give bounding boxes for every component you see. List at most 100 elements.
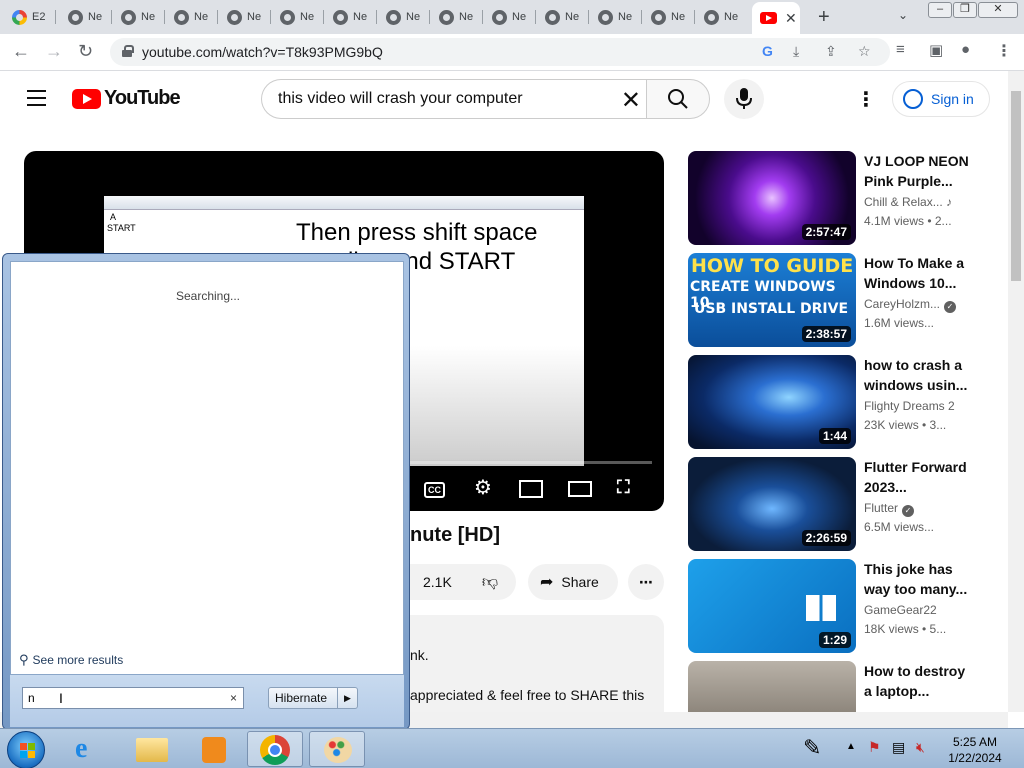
video-thumbnail[interactable]: HOW TO GUIDE CREATE WINDOWS 10 USB INSTA… — [688, 253, 856, 347]
browser-tab[interactable]: Ne — [60, 4, 112, 30]
chrome-icon — [651, 9, 666, 25]
description-text: appreciated & feel free to SHARE this — [410, 687, 645, 703]
forward-icon[interactable]: → — [45, 41, 63, 62]
sign-in-button[interactable]: Sign in — [892, 81, 990, 117]
recommended-video[interactable]: 1:44 how to crash a windows usin... Flig… — [688, 355, 998, 449]
taskbar-chrome[interactable] — [247, 731, 303, 767]
install-app-icon[interactable]: ⤓ — [793, 43, 799, 60]
back-icon[interactable]: ← — [12, 41, 30, 62]
description-text: nk. — [410, 647, 429, 663]
start-button[interactable] — [7, 731, 45, 768]
internet-explorer-icon: e — [75, 733, 88, 764]
profile-icon[interactable]: ● — [961, 41, 970, 58]
search-input[interactable]: this video will crash your computer ✕ — [261, 79, 647, 119]
youtube-play-icon — [72, 88, 101, 109]
close-window-icon[interactable]: ✕ — [978, 2, 1018, 18]
tab-search-chevron-icon[interactable]: ⌄ — [898, 8, 908, 22]
network-icon[interactable]: ▤ — [892, 739, 905, 756]
settings-more-icon[interactable]: ⋮ — [856, 87, 876, 112]
see-more-results-link[interactable]: ⚲ See more results — [19, 652, 123, 668]
new-tab-button[interactable]: + — [818, 6, 830, 29]
recommended-video[interactable]: 2:57:47 VJ LOOP NEON Pink Purple... Chil… — [688, 151, 998, 245]
video-thumbnail[interactable]: 1:29 — [688, 559, 856, 653]
clock-time[interactable]: 5:25 AM — [940, 735, 1010, 749]
browser-tab[interactable]: Ne — [696, 4, 748, 30]
show-hidden-icons-icon[interactable]: ▲ — [846, 741, 856, 752]
video-thumbnail[interactable]: 2:26:59 — [688, 457, 856, 551]
bookmark-star-icon[interactable]: ☆ — [858, 43, 871, 60]
url-text[interactable]: youtube.com/watch?v=T8k93PMG9bQ — [142, 44, 383, 60]
hibernate-button[interactable]: Hibernate ▶ — [268, 687, 358, 709]
browser-tab[interactable]: Ne — [113, 4, 165, 30]
search-results-pane: Searching... ⚲ See more results — [10, 261, 404, 675]
captions-icon[interactable]: CC — [424, 482, 445, 498]
start-search-input[interactable]: n I × — [22, 687, 244, 709]
volume-muted-icon[interactable]: 🔇︎ — [916, 739, 925, 756]
verified-icon: ✓ — [902, 505, 915, 517]
taskbar-file-explorer[interactable] — [124, 731, 180, 767]
clear-search-icon[interactable]: × — [230, 688, 237, 708]
power-options-arrow-icon[interactable]: ▶ — [337, 688, 357, 708]
media-controls-icon[interactable]: ≡ — [896, 41, 905, 58]
reload-icon[interactable]: ↻ — [78, 41, 93, 62]
taskbar-internet-explorer[interactable]: e — [62, 731, 118, 767]
chrome-icon — [598, 9, 613, 25]
theater-mode-icon[interactable] — [568, 481, 592, 497]
video-thumbnail[interactable]: 1:44 — [688, 355, 856, 449]
verified-icon: ✓ — [944, 301, 957, 313]
minimize-window-icon[interactable]: – — [928, 2, 952, 18]
action-center-icon[interactable]: ⚑ — [868, 739, 881, 756]
tablet-input-icon[interactable]: ✎ — [803, 735, 821, 761]
browser-tab[interactable]: Ne — [643, 4, 695, 30]
more-actions-icon[interactable]: ⋯ — [628, 564, 664, 600]
recommended-video[interactable]: HOW TO GUIDE CREATE WINDOWS 10 USB INSTA… — [688, 253, 998, 347]
browser-tab[interactable]: Ne — [484, 4, 536, 30]
chrome-icon — [121, 9, 136, 25]
fullscreen-icon[interactable]: ⛶ — [617, 477, 630, 498]
browser-tab[interactable]: Ne — [431, 4, 483, 30]
share-icon[interactable]: ⇪ — [825, 43, 837, 60]
searching-status: Searching... — [175, 289, 241, 303]
side-panel-icon[interactable]: ▣ — [929, 41, 943, 59]
video-thumbnail[interactable]: 2:57:47 — [688, 151, 856, 245]
browser-tab[interactable]: Ne — [272, 4, 324, 30]
browser-tab[interactable]: Ne — [590, 4, 642, 30]
taskbar-media-player[interactable] — [186, 731, 242, 767]
lock-icon[interactable] — [122, 45, 134, 57]
voice-search-button[interactable] — [724, 79, 764, 119]
clear-search-icon[interactable]: ✕ — [621, 86, 641, 115]
maximize-window-icon[interactable]: ❐ — [953, 2, 977, 18]
settings-gear-icon[interactable]: ⚙ — [474, 475, 492, 500]
video-thumbnail[interactable] — [688, 661, 856, 712]
vertical-scrollbar[interactable] — [1008, 71, 1024, 712]
browser-tab[interactable]: Ne — [378, 4, 430, 30]
miniplayer-icon[interactable] — [519, 480, 543, 498]
browser-tab-active[interactable]: ✕ — [752, 2, 800, 34]
taskbar-paint[interactable] — [309, 731, 365, 767]
dislike-icon[interactable]: 👎︎ — [482, 573, 498, 592]
address-bar[interactable]: youtube.com/watch?v=T8k93PMG9bQ G ⤓ ⇪ ☆ — [110, 38, 890, 66]
recommended-video[interactable]: 2:26:59 Flutter Forward 2023... Flutter ✓… — [688, 457, 998, 551]
browser-tab[interactable]: Ne — [166, 4, 218, 30]
clock-date[interactable]: 1/22/2024 — [940, 751, 1010, 765]
recommended-video[interactable]: 1:29 This joke has way too many... GameG… — [688, 559, 998, 653]
browser-tab[interactable]: Ne — [219, 4, 271, 30]
browser-tab[interactable]: Ne — [325, 4, 377, 30]
google-translate-icon[interactable]: G — [762, 43, 773, 59]
search-button[interactable] — [646, 79, 710, 119]
chrome-icon — [227, 9, 242, 25]
close-tab-icon[interactable]: ✕ — [785, 10, 797, 27]
chrome-icon — [545, 9, 560, 25]
like-count[interactable]: 2.1K — [423, 574, 452, 590]
chrome-icon — [174, 9, 189, 25]
share-button[interactable]: ➦ Share — [528, 564, 618, 600]
browser-tab[interactable]: Ne — [537, 4, 589, 30]
browser-tab[interactable]: E2 — [4, 4, 56, 30]
youtube-logo[interactable]: YouTube — [72, 87, 181, 110]
menu-icon[interactable] — [27, 90, 46, 106]
paint-palette-icon — [324, 737, 352, 763]
google-icon — [12, 9, 27, 25]
text-cursor-icon: I — [59, 690, 63, 706]
recommended-video[interactable]: How to destroy a laptop... — [688, 661, 998, 712]
chrome-menu-icon[interactable]: ⋮ — [996, 41, 1012, 61]
